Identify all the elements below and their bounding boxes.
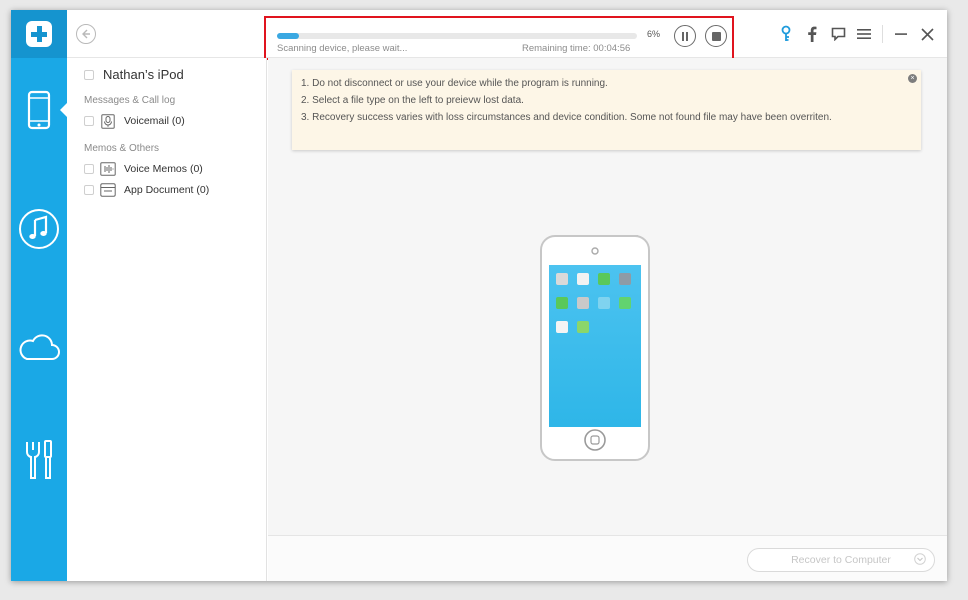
minimize-icon	[895, 33, 907, 35]
window-controls	[770, 24, 937, 44]
minimize-button[interactable]	[891, 24, 911, 44]
facebook-icon	[808, 26, 817, 42]
app-document-icon	[100, 182, 116, 198]
toolbar-divider	[882, 25, 883, 43]
voicemail-checkbox[interactable]	[84, 116, 94, 126]
scan-progress-panel: 6% Scanning device, please wait... Remai…	[264, 16, 734, 60]
nav-icloud-recovery[interactable]	[11, 332, 67, 362]
notice-close-button[interactable]: ×	[908, 74, 917, 83]
notice-line-3: 3. Recovery success varies with loss cir…	[301, 112, 832, 123]
music-note-icon	[19, 209, 59, 249]
register-key-button[interactable]	[776, 24, 796, 44]
recover-to-computer-button[interactable]: Recover to Computer	[747, 548, 935, 572]
top-bar: 6% Scanning device, please wait... Remai…	[67, 10, 947, 60]
nav-device-recovery[interactable]	[11, 90, 67, 130]
remaining-time: Remaining time: 00:04:56	[522, 43, 631, 54]
category-app-document[interactable]: App Document (0)	[84, 182, 209, 198]
nav-tools[interactable]	[11, 438, 67, 482]
group-title-messages: Messages & Call log	[84, 95, 176, 106]
device-checkbox[interactable]	[84, 69, 94, 80]
notice-line-2: 2. Select a file type on the left to pre…	[301, 95, 524, 106]
action-bar: Recover to Computer	[268, 535, 947, 581]
category-voicemail[interactable]: Voicemail (0)	[84, 113, 185, 129]
cloud-icon	[19, 334, 60, 360]
device-name: Nathan’s iPod	[103, 67, 184, 82]
notice-line-1: 1. Do not disconnect or use your device …	[301, 78, 608, 89]
voice-memos-label: Voice Memos (0)	[124, 163, 203, 175]
recover-button-label: Recover to Computer	[791, 554, 891, 566]
phone-icon	[27, 90, 51, 130]
close-icon	[920, 27, 934, 41]
tools-icon	[26, 440, 52, 479]
stop-button[interactable]	[705, 25, 727, 47]
iphone-illustration	[540, 234, 650, 461]
chat-bubble-icon	[831, 27, 845, 41]
key-icon	[781, 25, 791, 41]
app-logo	[11, 10, 67, 58]
device-illustration	[540, 234, 654, 470]
voice-memos-checkbox[interactable]	[84, 164, 94, 174]
scan-status-text: Scanning device, please wait...	[277, 43, 408, 54]
chevron-down-icon	[914, 553, 926, 565]
app-document-checkbox[interactable]	[84, 185, 94, 195]
app-window: 6% Scanning device, please wait... Remai…	[11, 10, 947, 581]
back-button[interactable]	[76, 24, 96, 44]
left-nav-rail	[11, 10, 67, 581]
close-button[interactable]	[917, 24, 937, 44]
scan-percent: 6%	[647, 29, 661, 39]
scan-progress-bar	[277, 33, 637, 39]
scan-progress-fill	[277, 33, 299, 39]
tips-notice: 1. Do not disconnect or use your device …	[292, 70, 921, 150]
close-icon: ×	[910, 75, 915, 82]
group-title-memos: Memos & Others	[84, 143, 160, 154]
pause-icon	[682, 31, 688, 41]
plus-logo-icon	[26, 21, 52, 47]
pause-button[interactable]	[674, 25, 696, 47]
arrow-left-icon	[82, 29, 90, 39]
facebook-button[interactable]	[802, 24, 822, 44]
app-document-label: App Document (0)	[124, 184, 210, 196]
voicemail-icon	[100, 113, 116, 129]
hamburger-menu-icon	[857, 29, 871, 39]
file-type-panel: Nathan’s iPod Messages & Call log Voicem…	[67, 58, 267, 581]
nav-itunes-recovery[interactable]	[11, 208, 67, 250]
device-row[interactable]: Nathan’s iPod	[84, 67, 184, 82]
category-voice-memos[interactable]: Voice Memos (0)	[84, 161, 203, 177]
voicemail-label: Voicemail (0)	[124, 115, 185, 127]
stop-icon	[711, 31, 721, 41]
menu-button[interactable]	[854, 24, 874, 44]
feedback-button[interactable]	[828, 24, 848, 44]
main-content: 1. Do not disconnect or use your device …	[268, 58, 947, 581]
voice-memo-icon	[100, 161, 116, 177]
